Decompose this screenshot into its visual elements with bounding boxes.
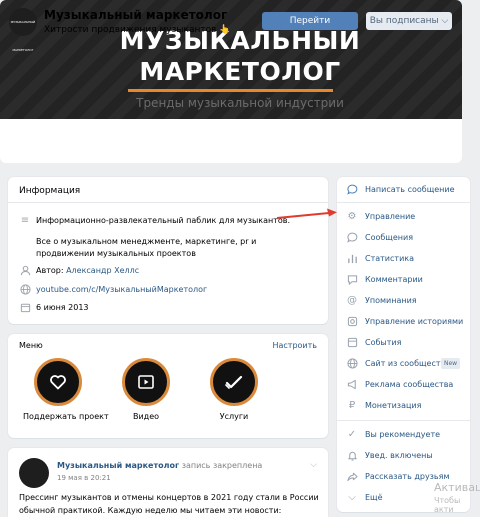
sidebar-item-label: Вы рекомендуете <box>365 430 441 439</box>
cover-underline <box>128 89 333 92</box>
post-pinned-label: запись закреплена <box>179 461 263 470</box>
description-icon: ≡ <box>20 215 30 226</box>
sidebar-item-label: Упоминания <box>365 296 417 305</box>
menu-item-label: Услуги <box>219 412 249 421</box>
sidebar-item-manage[interactable]: ⚙ Управление <box>337 208 470 226</box>
chevron-down-icon: ⌵ <box>348 492 356 503</box>
sidebar-item-comments[interactable]: Комментарии <box>337 271 470 289</box>
globe-icon <box>19 284 31 296</box>
sidebar-item-label: Написать сообщение <box>365 185 455 194</box>
community-status: Хитрости продвижения музыкантов 👆 <box>44 25 231 35</box>
subscribed-button[interactable]: Вы подписаны ⌵ <box>366 12 452 30</box>
sidebar-item-label: Сайт из сообщества <box>365 359 451 368</box>
avatar[interactable]: МУЗЫКАЛЬНЫЙ МАРКЕТОЛОГ <box>9 8 37 52</box>
stories-icon <box>346 316 358 328</box>
menu-item-video[interactable]: Видео <box>111 358 181 421</box>
activation-watermark-line2: Чтобы акти <box>434 496 461 514</box>
sidebar-item-notifications[interactable]: Увед. включены <box>337 447 470 465</box>
globe-icon <box>346 358 358 370</box>
sidebar-item-messages[interactable]: Сообщения <box>337 229 470 247</box>
person-icon <box>19 265 31 277</box>
chevron-down-icon[interactable]: ⌵ <box>310 460 317 470</box>
sidebar-item-write-message[interactable]: Написать сообщение <box>337 181 470 199</box>
sidebar-item-label: Сообщения <box>365 233 414 242</box>
menu-edit-link[interactable]: Настроить <box>272 341 317 350</box>
sidebar-item-stats[interactable]: Статистика <box>337 250 470 268</box>
author-label: Автор: <box>36 266 67 275</box>
sidebar-item-events[interactable]: События <box>337 334 470 352</box>
sidebar-item-label: Комментарии <box>365 275 423 284</box>
menu-item-support[interactable]: Поддержать проект <box>23 358 109 421</box>
sidebar-item-label: Увед. включены <box>365 451 433 460</box>
author-link[interactable]: Александр Хеллс <box>66 266 139 275</box>
menu-heading: Меню <box>19 341 43 350</box>
sidebar-item-label: Монетизация <box>365 401 422 410</box>
post-author[interactable]: Музыкальный маркетолог <box>57 461 179 470</box>
sidebar-item-recommend[interactable]: ✓ Вы рекомендуете <box>337 426 470 444</box>
arrow-annotation <box>276 208 337 219</box>
activation-watermark-line1: Активаци <box>434 481 480 494</box>
youtube-link[interactable]: youtube.com/c/МузыкальныйМаркетолог <box>36 284 316 296</box>
sidebar-item-mentions[interactable]: @ Упоминания <box>337 292 470 310</box>
sidebar-item-label: Статистика <box>365 254 414 263</box>
post-avatar[interactable] <box>19 458 49 488</box>
bell-icon <box>346 450 358 462</box>
new-badge: New <box>441 358 461 369</box>
actions-sidebar: Написать сообщение ⚙ Управление Сообщени… <box>337 177 470 512</box>
divider <box>337 202 470 203</box>
gear-icon: ⚙ <box>347 211 357 222</box>
ruble-icon: ₽ <box>348 400 356 411</box>
play-icon <box>138 375 154 389</box>
sidebar-item-ads[interactable]: Реклама сообщества <box>337 376 470 394</box>
pinned-post: Музыкальный маркетолог запись закреплена… <box>8 448 328 517</box>
divider <box>337 420 470 421</box>
sidebar-item-label: Управление историями <box>365 317 464 326</box>
sidebar-item-stories[interactable]: Управление историями <box>337 313 470 331</box>
chat-icon <box>346 232 358 244</box>
post-text: Прессинг музыкантов и отмены концертов в… <box>19 493 319 515</box>
check-icon: ✓ <box>347 429 357 440</box>
info-card: Информация ≡ Информационно-развлекательн… <box>8 177 328 324</box>
mention-icon: @ <box>347 295 357 306</box>
message-icon <box>346 184 358 196</box>
info-heading: Информация <box>19 186 81 196</box>
stats-icon <box>346 253 358 265</box>
founded-date: 6 июня 2013 <box>36 303 89 312</box>
description-text-1: Информационно-развлекательный паблик для… <box>36 216 291 225</box>
events-icon <box>346 337 358 349</box>
description-text-2: Все о музыкальном менеджменте, маркетинг… <box>36 237 257 258</box>
sidebar-item-site[interactable]: Сайт из сообщества New <box>337 355 470 373</box>
check-icon <box>225 375 243 389</box>
share-icon <box>346 471 358 483</box>
cover-title-line2: МАРКЕТОЛОГ <box>139 57 341 86</box>
sidebar-item-monetization[interactable]: ₽ Монетизация <box>337 397 470 415</box>
sidebar-item-label: События <box>365 338 402 347</box>
menu-item-label: Поддержать проект <box>23 412 109 421</box>
menu-item-services[interactable]: Услуги <box>199 358 269 421</box>
sidebar-item-label: Реклама сообщества <box>365 380 454 389</box>
megaphone-icon <box>346 379 358 391</box>
community-header: МУЗЫКАЛЬНЫЙ МАРКЕТОЛОГ Музыкальный марке… <box>0 8 462 163</box>
menu-item-label: Видео <box>132 412 160 421</box>
sidebar-item-label: Ещё <box>365 493 383 502</box>
cover-subtitle: Тренды музыкальной индустрии <box>136 96 344 110</box>
sidebar-item-label: Управление <box>365 212 416 221</box>
comment-icon <box>346 274 358 286</box>
calendar-icon <box>19 302 31 314</box>
divider <box>8 202 328 203</box>
go-button[interactable]: Перейти <box>262 12 358 30</box>
community-name: Музыкальный маркетолог <box>44 8 228 22</box>
post-date[interactable]: 19 мая в 20:21 <box>57 474 111 482</box>
menu-card: Меню Настроить Поддержать проект Видео У… <box>8 334 328 438</box>
heart-icon <box>50 375 66 390</box>
